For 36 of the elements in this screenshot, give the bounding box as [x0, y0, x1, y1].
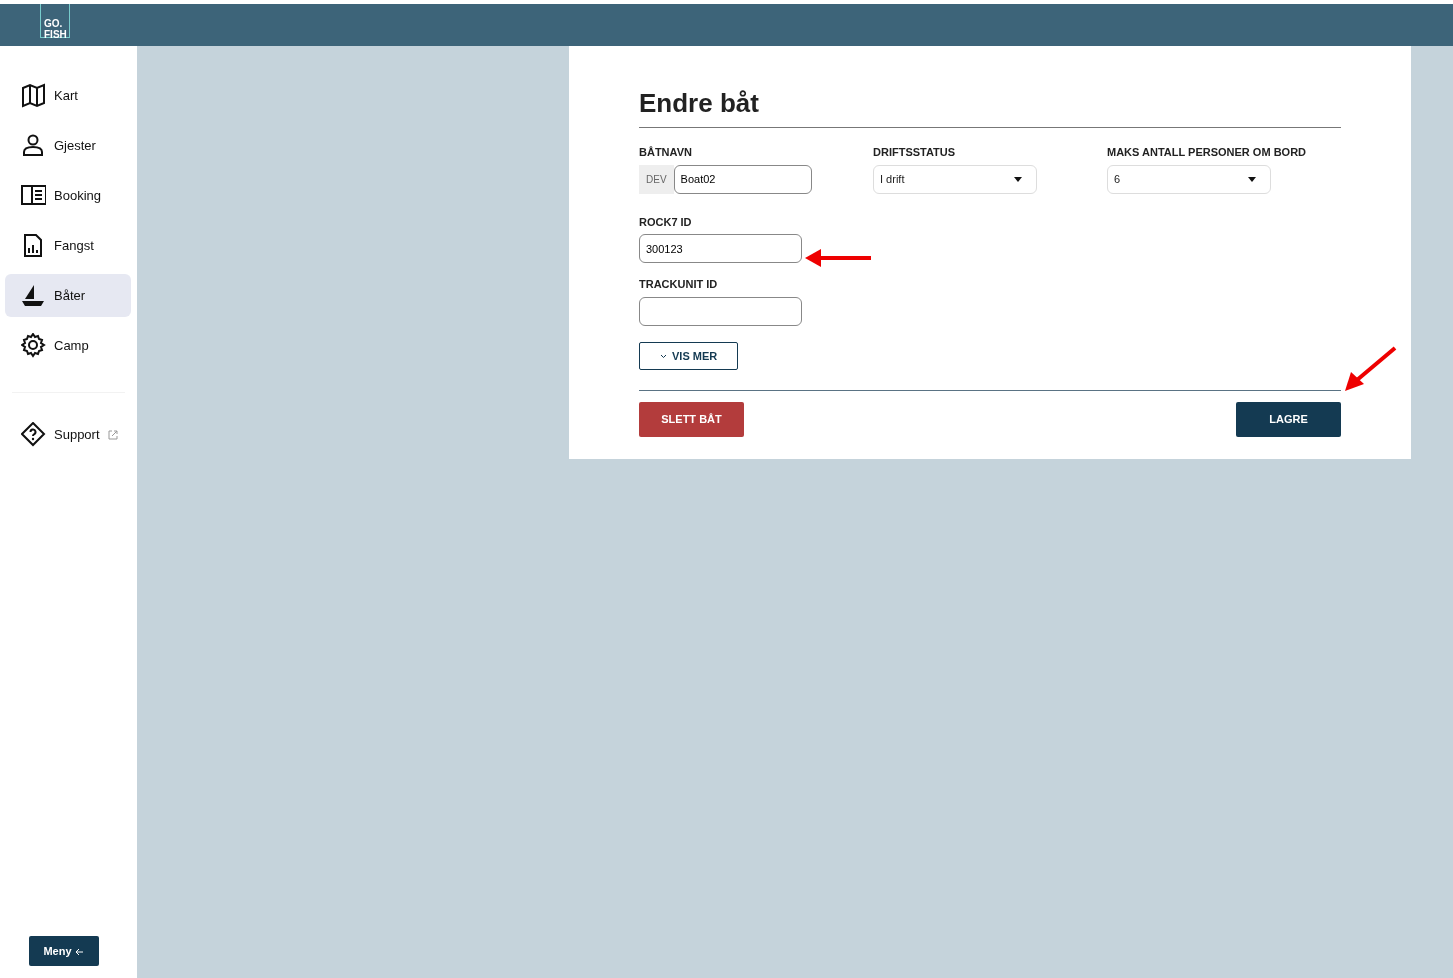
sidebar-item[interactable]: Gjester — [5, 124, 131, 167]
input-field[interactable]: 300123 — [639, 234, 802, 264]
select-field[interactable]: I drift — [873, 164, 1037, 194]
chevron-down-icon — [660, 353, 667, 359]
field-label: ROCK7 ID — [639, 214, 693, 230]
prefix-label: DEV — [639, 164, 674, 194]
field-label: MAKS ANTALL PERSONER OM BORD — [1107, 145, 1308, 161]
sidebar-item[interactable]: Båter — [5, 274, 131, 317]
map-icon — [21, 83, 46, 108]
field-label: DRIFTSSTATUS — [873, 145, 957, 161]
menu-button[interactable]: Meny — [28, 936, 99, 966]
caret-icon — [1014, 176, 1022, 182]
sidebar-item[interactable]: Camp — [5, 324, 131, 367]
input-field[interactable] — [639, 296, 802, 326]
delete-button[interactable]: SLETT BÅT — [639, 402, 744, 438]
show-more-button[interactable]: VIS MER — [639, 341, 739, 371]
book-icon — [21, 183, 46, 208]
person-icon — [21, 133, 46, 158]
field-label: BÅTNAVN — [639, 145, 693, 161]
form-title: Endre båt — [639, 88, 1341, 129]
sailboat-icon — [21, 283, 46, 308]
logo: GO. FISH — [40, 4, 70, 38]
field-label: TRACKUNIT ID — [639, 277, 719, 293]
sidebar-item[interactable]: Support — [5, 413, 131, 456]
caret-icon — [1248, 176, 1256, 182]
save-button[interactable]: LAGRE — [1236, 402, 1341, 438]
arrow-left-icon — [74, 947, 84, 956]
sidebar-item[interactable]: Kart — [5, 74, 131, 117]
help-diamond-icon — [21, 422, 46, 447]
select-field[interactable]: 6 — [1107, 164, 1271, 194]
sidebar-item[interactable]: Booking — [5, 174, 131, 217]
arrow-annotation — [805, 248, 873, 268]
arrow-annotation — [1345, 346, 1397, 392]
input-field[interactable]: Boat02 — [673, 164, 812, 194]
gear-icon — [21, 333, 46, 358]
sidebar-item[interactable]: Fangst — [5, 224, 131, 267]
